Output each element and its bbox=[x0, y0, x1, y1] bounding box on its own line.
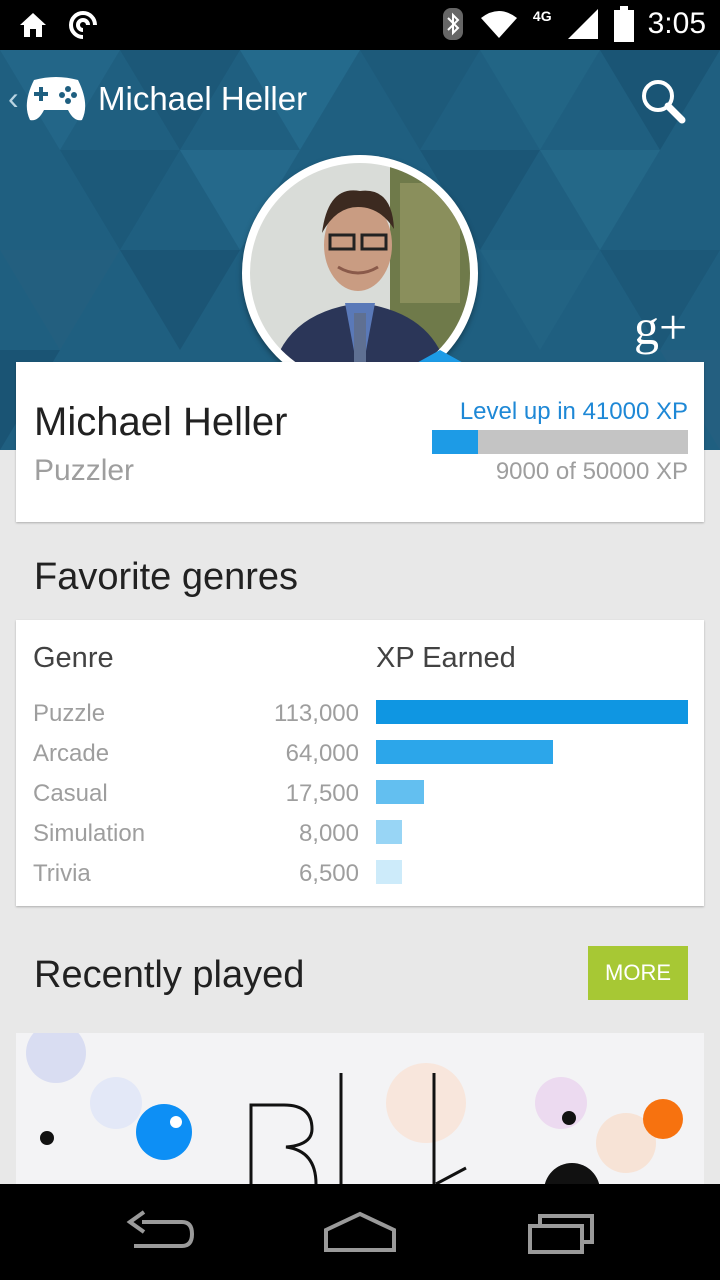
genre-xp-value: 17,500 bbox=[285, 780, 359, 807]
profile-card: Michael Heller Puzzler Level up in 41000… bbox=[16, 362, 704, 522]
recently-played-title: Recently played bbox=[34, 954, 305, 996]
gamepad-icon[interactable] bbox=[24, 74, 88, 124]
genre-xp-bar bbox=[376, 780, 424, 804]
recents-icon[interactable] bbox=[526, 1208, 598, 1256]
xp-column-header: XP Earned bbox=[376, 642, 516, 674]
bluetooth-icon bbox=[442, 8, 463, 40]
genre-row: Arcade 64,000 bbox=[16, 740, 704, 770]
genre-column-header: Genre bbox=[33, 642, 114, 674]
genre-row: Simulation 8,000 bbox=[16, 820, 704, 850]
search-icon[interactable] bbox=[638, 76, 688, 126]
back-icon[interactable] bbox=[124, 1208, 196, 1256]
level-up-text: Level up in 41000 XP bbox=[459, 398, 688, 425]
genre-row: Puzzle 113,000 bbox=[16, 700, 704, 730]
signal-icon bbox=[567, 9, 598, 39]
genre-xp-bar bbox=[376, 700, 688, 724]
game-artwork bbox=[16, 1033, 704, 1184]
genre-xp-bar bbox=[376, 820, 402, 844]
genre-xp-value: 64,000 bbox=[285, 740, 359, 767]
clock: 3:05 bbox=[647, 7, 706, 40]
xp-text: 9000 of 50000 XP bbox=[495, 458, 688, 485]
player-title: Puzzler bbox=[34, 454, 135, 487]
genre-name: Arcade bbox=[33, 740, 110, 767]
back-chevron-icon[interactable]: ‹ bbox=[8, 80, 19, 117]
genre-xp-bar bbox=[376, 740, 553, 764]
network-type: 4G bbox=[532, 8, 552, 24]
genre-name: Trivia bbox=[33, 860, 91, 887]
app-title: Michael Heller bbox=[98, 80, 308, 117]
genre-xp-value: 113,000 bbox=[274, 700, 359, 727]
more-button[interactable]: MORE bbox=[588, 946, 688, 1000]
recent-game-card[interactable] bbox=[16, 1033, 704, 1184]
genre-xp-value: 8,000 bbox=[298, 820, 359, 847]
google-plus-icon[interactable]: g+ bbox=[634, 298, 687, 356]
xp-progress-fill bbox=[432, 430, 479, 454]
status-bar: 4G 3:05 bbox=[0, 0, 720, 50]
genre-row: Trivia 6,500 bbox=[16, 860, 704, 890]
navigation-bar bbox=[0, 1184, 720, 1280]
genre-name: Simulation bbox=[33, 820, 146, 847]
player-name: Michael Heller bbox=[34, 400, 288, 444]
app-bar: ‹ Michael Heller bbox=[0, 50, 720, 150]
favorite-genres-title: Favorite genres bbox=[34, 556, 299, 598]
genre-row: Casual 17,500 bbox=[16, 780, 704, 810]
favorite-genres-card: Genre XP Earned Puzzle 113,000 Arcade 64,00… bbox=[16, 620, 704, 906]
genre-xp-bar bbox=[376, 860, 402, 884]
home-button-icon[interactable] bbox=[322, 1208, 398, 1256]
battery-icon bbox=[613, 6, 634, 42]
genre-name: Casual bbox=[33, 780, 108, 807]
xp-progress-bar bbox=[432, 430, 688, 454]
genre-name: Puzzle bbox=[33, 700, 106, 727]
genre-xp-value: 6,500 bbox=[298, 860, 359, 887]
sync-icon bbox=[69, 11, 97, 39]
wifi-icon bbox=[480, 11, 517, 38]
home-icon bbox=[20, 13, 46, 37]
